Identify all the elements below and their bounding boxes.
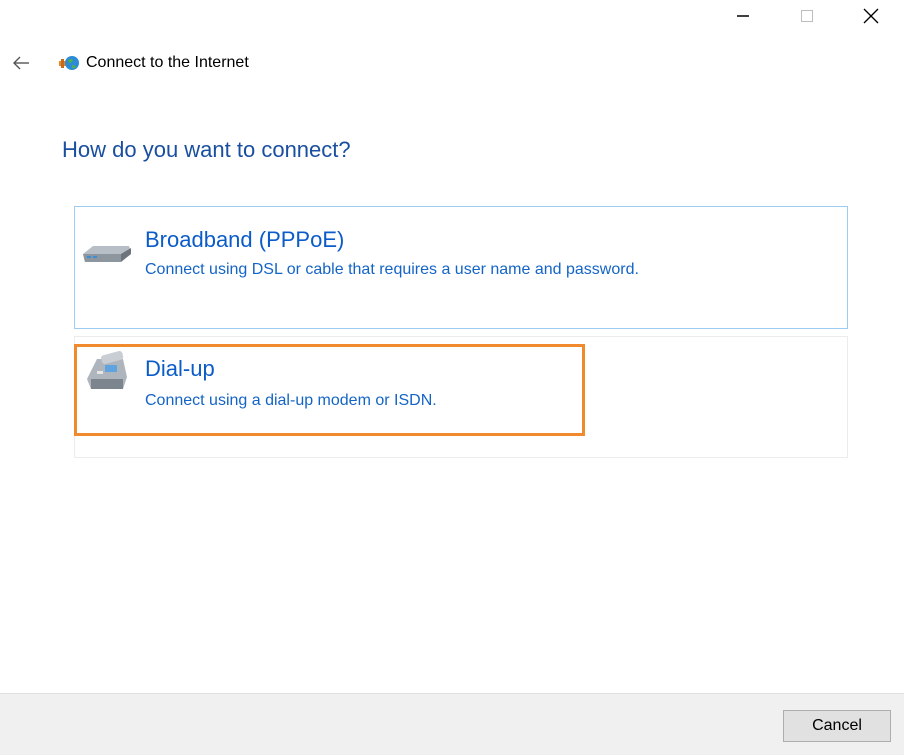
option-broadband-description: Connect using DSL or cable that requires… (145, 261, 639, 278)
minimize-button[interactable] (720, 0, 766, 32)
minimize-icon (737, 15, 749, 17)
option-broadband-title: Broadband (PPPoE) (145, 227, 345, 252)
back-arrow-icon (13, 56, 29, 70)
back-button[interactable] (10, 52, 32, 74)
highlight-box (74, 344, 585, 436)
window-title: Connect to the Internet (86, 54, 249, 71)
page-heading: How do you want to connect? (62, 137, 351, 162)
cancel-button[interactable]: Cancel (783, 710, 891, 742)
close-button[interactable] (848, 0, 894, 32)
modem-icon (83, 246, 131, 262)
close-icon (863, 8, 879, 24)
network-globe-icon (59, 56, 79, 70)
option-broadband[interactable]: Broadband (PPPoE) Connect using DSL or c… (74, 206, 848, 329)
footer-bar: Cancel (0, 693, 904, 755)
title-bar: Connect to the Internet (10, 52, 249, 74)
maximize-button[interactable] (784, 0, 830, 32)
maximize-icon (801, 10, 813, 22)
